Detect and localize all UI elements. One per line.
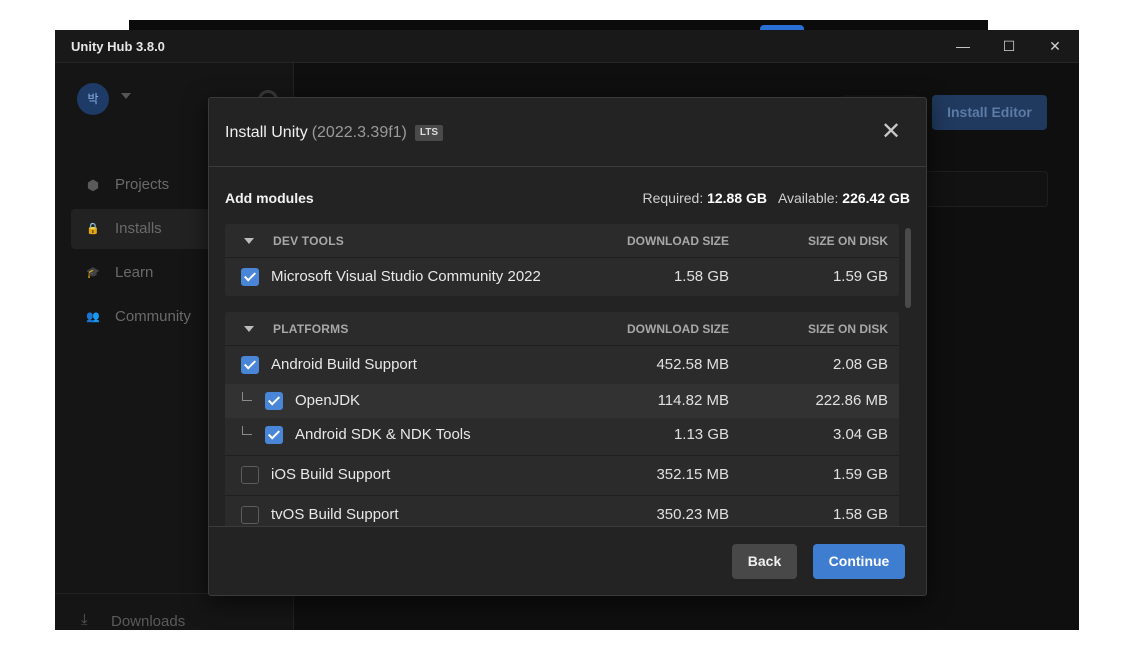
- module-name: OpenJDK: [295, 392, 361, 409]
- continue-button[interactable]: Continue: [813, 544, 905, 579]
- install-editor-button[interactable]: Install Editor: [932, 95, 1047, 130]
- sidebar-item-label: Installs: [115, 220, 162, 237]
- search-input[interactable]: [911, 171, 1048, 207]
- modules-scrollbar[interactable]: [905, 228, 911, 308]
- module-download-size: 452.58 MB: [656, 356, 729, 373]
- module-disk-size: 222.86 MB: [815, 392, 888, 409]
- window-close-button[interactable]: ✕: [1032, 30, 1078, 62]
- module-download-size: 1.13 GB: [673, 426, 729, 443]
- dialog-header: Install Unity (2022.3.39f1) LTS ✕: [209, 98, 926, 167]
- downloads-label: Downloads: [111, 613, 186, 630]
- module-disk-size: 1.59 GB: [832, 268, 888, 285]
- chevron-down-icon[interactable]: [121, 93, 131, 99]
- tree-branch-icon: [242, 426, 252, 435]
- module-checkbox[interactable]: [265, 392, 283, 410]
- title-bar: Unity Hub 3.8.0 — ☐ ✕: [55, 30, 1079, 63]
- sidebar-item-label: Projects: [115, 176, 170, 193]
- lts-badge: LTS: [414, 125, 444, 141]
- cube-icon: ⬢: [86, 177, 100, 193]
- graduation-cap-icon: 🎓: [86, 267, 100, 279]
- avatar[interactable]: 박: [77, 83, 109, 115]
- download-icon: ⤓: [81, 611, 88, 628]
- required-value: 12.88 GB: [707, 190, 768, 206]
- module-row-android-sdk-ndk[interactable]: Android SDK & NDK Tools 1.13 GB 3.04 GB: [225, 418, 899, 452]
- column-download-size: DOWNLOAD SIZE: [627, 322, 729, 336]
- available-label: Available:: [777, 190, 839, 206]
- close-icon[interactable]: ✕: [877, 118, 905, 146]
- module-checkbox[interactable]: [241, 268, 259, 286]
- install-unity-dialog: Install Unity (2022.3.39f1) LTS ✕ Add modu…: [208, 97, 927, 596]
- column-download-size: DOWNLOAD SIZE: [627, 234, 729, 248]
- module-disk-size: 1.58 GB: [832, 506, 888, 523]
- module-name: iOS Build Support: [271, 466, 391, 483]
- group-header[interactable]: PLATFORMS DOWNLOAD SIZE SIZE ON DISK: [225, 312, 899, 346]
- module-checkbox[interactable]: [241, 506, 259, 524]
- storage-summary: Required: 12.88 GB Available: 226.42 GB: [643, 190, 911, 206]
- group-header[interactable]: DEV TOOLS DOWNLOAD SIZE SIZE ON DISK: [225, 224, 899, 258]
- module-download-size: 352.15 MB: [656, 466, 729, 483]
- group-dev-tools: DEV TOOLS DOWNLOAD SIZE SIZE ON DISK Mic…: [225, 224, 899, 296]
- modules-list[interactable]: DEV TOOLS DOWNLOAD SIZE SIZE ON DISK Mic…: [225, 224, 899, 526]
- sidebar-item-label: Community: [115, 308, 191, 325]
- module-download-size: 114.82 MB: [657, 392, 729, 409]
- lock-icon: 🔒: [86, 223, 100, 235]
- tree-branch-icon: [242, 392, 252, 401]
- module-download-size: 350.23 MB: [656, 506, 729, 523]
- module-name: Android SDK & NDK Tools: [295, 426, 471, 443]
- chevron-down-icon[interactable]: [244, 326, 254, 332]
- required-label: Required:: [642, 190, 704, 206]
- maximize-button[interactable]: ☐: [986, 30, 1032, 62]
- module-row-android[interactable]: Android Build Support 452.58 MB 2.08 GB: [225, 346, 899, 384]
- module-row-visual-studio[interactable]: Microsoft Visual Studio Community 2022 1…: [225, 258, 899, 296]
- module-download-size: 1.58 GB: [673, 268, 729, 285]
- module-row-openjdk[interactable]: OpenJDK 114.82 MB 222.86 MB: [225, 384, 899, 418]
- module-disk-size: 1.59 GB: [832, 466, 888, 483]
- minimize-button[interactable]: —: [940, 30, 986, 62]
- module-checkbox[interactable]: [241, 466, 259, 484]
- dialog-title-text: Install Unity: [225, 124, 308, 141]
- module-name: tvOS Build Support: [271, 506, 399, 523]
- module-name: Microsoft Visual Studio Community 2022: [271, 268, 541, 285]
- group-title: PLATFORMS: [273, 322, 349, 336]
- add-modules-heading: Add modules: [225, 190, 314, 206]
- module-disk-size: 2.08 GB: [832, 356, 888, 373]
- column-size-on-disk: SIZE ON DISK: [807, 234, 888, 248]
- module-name: Android Build Support: [271, 356, 417, 373]
- chevron-down-icon[interactable]: [244, 238, 254, 244]
- back-button[interactable]: Back: [732, 544, 797, 579]
- module-row-tvos[interactable]: tvOS Build Support 350.23 MB 1.58 GB: [225, 495, 899, 526]
- module-row-ios[interactable]: iOS Build Support 352.15 MB 1.59 GB: [225, 455, 899, 494]
- column-size-on-disk: SIZE ON DISK: [807, 322, 888, 336]
- module-checkbox[interactable]: [265, 426, 283, 444]
- window-title: Unity Hub 3.8.0: [71, 39, 165, 54]
- version-label: (2022.3.39f1): [311, 124, 407, 141]
- sidebar-item-label: Learn: [115, 264, 154, 281]
- available-value: 226.42 GB: [842, 190, 910, 206]
- dialog-footer: Back Continue: [209, 526, 926, 596]
- group-platforms: PLATFORMS DOWNLOAD SIZE SIZE ON DISK And…: [225, 312, 899, 526]
- group-title: DEV TOOLS: [273, 234, 344, 248]
- module-disk-size: 3.04 GB: [832, 426, 888, 443]
- module-checkbox[interactable]: [241, 356, 259, 374]
- dialog-title: Install Unity (2022.3.39f1) LTS: [225, 124, 444, 142]
- people-icon: 👥: [86, 311, 100, 323]
